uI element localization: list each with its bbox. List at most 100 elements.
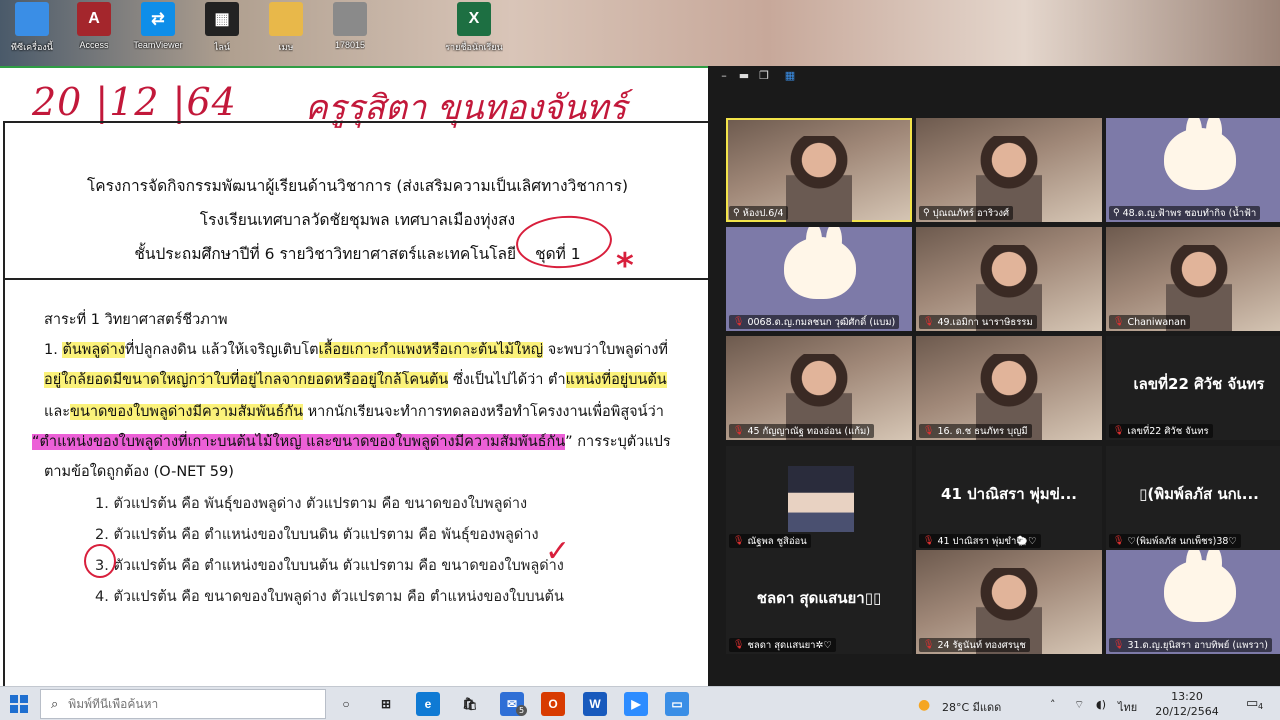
- network-icon[interactable]: ⌔: [1074, 698, 1084, 712]
- store-icon[interactable]: 🛍: [458, 692, 482, 716]
- minimize-icon[interactable]: –: [718, 70, 730, 82]
- qr-icon: ▦: [205, 2, 239, 36]
- participant-name-bar: ⚲ 48.ด.ญ.ฟ้าพร ชอบทำกิจ (น้ำฟ้า: [1109, 206, 1261, 220]
- participant-tile[interactable]: 🎙 0068.ด.ญ.กมลชนก วุฒิศักดิ์ (แบม): [726, 227, 912, 331]
- restore-icon[interactable]: ❐: [758, 70, 770, 82]
- participant-tile[interactable]: 🎙 49.เอมิกา นาราษิธรรม: [916, 227, 1102, 331]
- participant-name: 24 รัฐนันท์ ทองศรนุช: [937, 639, 1026, 651]
- mic-muted-icon: 🎙: [1113, 317, 1125, 327]
- question-line-3: และขนาดของใบพลูด่างมีความสัมพันธ์กัน หาก…: [44, 404, 664, 420]
- desktop-icon[interactable]: A Access: [66, 2, 122, 64]
- question-line-5: ตามข้อใดถูกต้อง (O-NET 59): [44, 464, 234, 480]
- participant-name: 48.ด.ญ.ฟ้าพร ชอบทำกิจ (น้ำฟ้า: [1122, 207, 1257, 219]
- participant-name-bar: 🎙 0068.ด.ญ.กมลชนก วุฒิศักดิ์ (แบม): [729, 315, 900, 329]
- desktop-icon[interactable]: พีซีเครื่องนี้: [4, 2, 60, 64]
- participant-name-bar: 🎙 Chaniwanan: [1109, 315, 1191, 329]
- mail-badge: 5: [516, 705, 527, 716]
- file-explorer-icon[interactable]: ⊞: [374, 692, 398, 716]
- desktop-icon-label: รายชื่อนักเรียน: [445, 42, 503, 52]
- office-icon[interactable]: O: [541, 692, 565, 716]
- participant-name: 0068.ด.ญ.กมลชนก วุฒิศักดิ์ (แบม): [747, 316, 896, 328]
- participant-display-name: 41 ปาณิสรา พุ่มข่...: [941, 485, 1077, 503]
- mic-muted-icon: 🎙: [733, 536, 745, 546]
- participant-tile[interactable]: 41 ปาณิสรา พุ่มข่... 🎙 41 ปาณิสรา พุ่มขำ🐑♡: [916, 446, 1102, 550]
- word-icon[interactable]: W: [583, 692, 607, 716]
- mic-muted-icon: 🎙: [923, 640, 935, 650]
- desktop-icon[interactable]: ▦ ไลน์: [194, 2, 250, 64]
- computer-icon: [15, 2, 49, 36]
- task-view-icon[interactable]: ○: [334, 692, 358, 716]
- participant-name-bar: 🎙 เลขที่22 ศิวัช จันทร: [1109, 424, 1213, 438]
- pin-icon: ⚲: [1113, 208, 1120, 218]
- document-image-icon: [333, 2, 367, 36]
- participant-tile[interactable]: ชลดา สุดแสนยา▯▯ 🎙 ชลดา สุดแสนยา✲♡: [726, 550, 912, 654]
- clock-time[interactable]: 13:20: [1152, 690, 1222, 703]
- participant-name: ณัฐพล ชูสิอ่อน: [747, 535, 807, 547]
- mic-muted-icon: 🎙: [923, 426, 935, 436]
- excel-icon: X: [457, 2, 491, 36]
- volume-icon[interactable]: ◖): [1096, 698, 1106, 711]
- pin-icon: ⚲: [733, 208, 740, 218]
- participant-tile[interactable]: ⚲ 48.ด.ญ.ฟ้าพร ชอบทำกิจ (น้ำฟ้า: [1106, 118, 1280, 222]
- participant-tile[interactable]: 🎙 31.ด.ญ.ยุนิสรา อาบทิพย์ (แพรวา): [1106, 550, 1280, 654]
- choice-4: 4. ตัวแปรต้น คือ ขนาดของใบพลูด่าง ตัวแปร…: [95, 589, 564, 605]
- window-icon[interactable]: ▭: [665, 692, 689, 716]
- project-title: โครงการจัดกิจกรรมพัฒนาผู้เรียนด้านวิชากา…: [86, 177, 629, 195]
- participant-name-bar: ⚲ ห้องป.6/4: [729, 206, 788, 220]
- shared-document: 20 |12 |64 ครูรุสิตา ขุนทองจันทร์ โครงกา…: [0, 66, 708, 686]
- participant-name-bar: 🎙 45 กัญญาณัฐ ทองอ่อน (แก้ม): [729, 424, 874, 438]
- participant-tile[interactable]: 🎙 Chaniwanan: [1106, 227, 1280, 331]
- participant-name: Chaniwanan: [1127, 316, 1187, 328]
- desktop-background: [0, 0, 1280, 66]
- participant-tile[interactable]: ⚲ ห้องป.6/4: [726, 118, 912, 222]
- participant-tile[interactable]: ⚲ ปุณณภัทร์ อาริวงศ์: [916, 118, 1102, 222]
- windows-taskbar: ⌕ ○⊞e🛍✉5OW▶▭ ● 28°C มีแดด ˄ ⌔ ◖) ไทย 13:…: [0, 686, 1280, 720]
- weather-icon: ●: [918, 697, 931, 713]
- desktop-icon[interactable]: เมษ: [258, 2, 314, 64]
- participant-name-bar: 🎙 ♡(พิมพ์ลภัส นกเพ็ชร)38♡: [1109, 534, 1241, 548]
- participant-tile[interactable]: ▯(พิมพ์ลภัส นกเ... 🎙 ♡(พิมพ์ลภัส นกเพ็ชร)3…: [1106, 446, 1280, 550]
- participant-name: เลขที่22 ศิวัช จันทร: [1127, 425, 1209, 437]
- desktop-icon[interactable]: 178015: [322, 2, 378, 64]
- participant-name-bar: 🎙 31.ด.ญ.ยุนิสรา อาบทิพย์ (แพรวา): [1109, 638, 1272, 652]
- participant-tile[interactable]: 🎙 ณัฐพล ชูสิอ่อน: [726, 446, 912, 550]
- search-input[interactable]: [68, 697, 309, 711]
- mic-muted-icon: 🎙: [923, 317, 935, 327]
- weather-text[interactable]: 28°C มีแดด: [942, 698, 1001, 716]
- participant-name: 45 กัญญาณัฐ ทองอ่อน (แก้ม): [747, 425, 870, 437]
- question-line-2: อยู่ใกล้ยอดมีขนาดใหญ่กว่าใบที่อยู่ไกลจาก…: [44, 372, 667, 388]
- participant-name-bar: 🎙 24 รัฐนันท์ ทองศรนุช: [919, 638, 1030, 652]
- choice-3: 3. ตัวแปรต้น คือ ตำแหน่งของใบบนต้น ตัวแป…: [95, 558, 564, 574]
- shrink-icon[interactable]: ▬: [738, 70, 750, 82]
- participant-video: [786, 136, 852, 222]
- edge-icon[interactable]: e: [416, 692, 440, 716]
- desktop-icon[interactable]: ⇄ TeamViewer: [130, 2, 186, 64]
- desktop-icon-label: 178015: [334, 40, 366, 50]
- participant-tile[interactable]: เลขที่22 ศิวัช จันทร 🎙 เลขที่22 ศิวัช จันท…: [1106, 336, 1280, 440]
- clock-date[interactable]: 20/12/2564: [1146, 705, 1228, 718]
- pin-icon: ⚲: [923, 208, 930, 218]
- section-title: สาระที่ 1 วิทยาศาสตร์ชีวภาพ: [44, 312, 228, 328]
- participant-display-name: ชลดา สุดแสนยา▯▯: [756, 589, 882, 607]
- participant-name-bar: 🎙 ชลดา สุดแสนยา✲♡: [729, 638, 836, 652]
- participant-tile[interactable]: 🎙 16. ด.ช ธนภัทร บุญมี: [916, 336, 1102, 440]
- notification-icon[interactable]: ▭: [1246, 696, 1258, 711]
- desktop-icon[interactable]: X รายชื่อนักเรียน: [445, 2, 503, 64]
- zoom-topbar: – ▬ ❐ ▦: [708, 66, 1280, 88]
- participant-name: ♡(พิมพ์ลภัส นกเพ็ชร)38♡: [1127, 535, 1237, 547]
- desktop-icon-label: พีซีเครื่องนี้: [11, 42, 53, 52]
- gallery-view-icon[interactable]: ▦: [784, 70, 796, 82]
- participant-display-name: ▯(พิมพ์ลภัส นกเ...: [1139, 485, 1259, 503]
- mic-muted-icon: 🎙: [733, 426, 745, 436]
- participant-tile[interactable]: 🎙 45 กัญญาณัฐ ทองอ่อน (แก้ม): [726, 336, 912, 440]
- mic-muted-icon: 🎙: [1113, 426, 1125, 436]
- mic-muted-icon: 🎙: [1113, 536, 1125, 546]
- start-button[interactable]: [10, 695, 28, 713]
- language-indicator[interactable]: ไทย: [1118, 698, 1137, 716]
- taskbar-search[interactable]: ⌕: [40, 689, 326, 719]
- participant-tile[interactable]: 🎙 24 รัฐนันท์ ทองศรนุช: [916, 550, 1102, 654]
- access-icon: A: [77, 2, 111, 36]
- tray-chevron-icon[interactable]: ˄: [1050, 698, 1056, 711]
- participant-name: 41 ปาณิสรา พุ่มขำ🐑♡: [937, 535, 1037, 547]
- zoom-icon[interactable]: ▶: [624, 692, 648, 716]
